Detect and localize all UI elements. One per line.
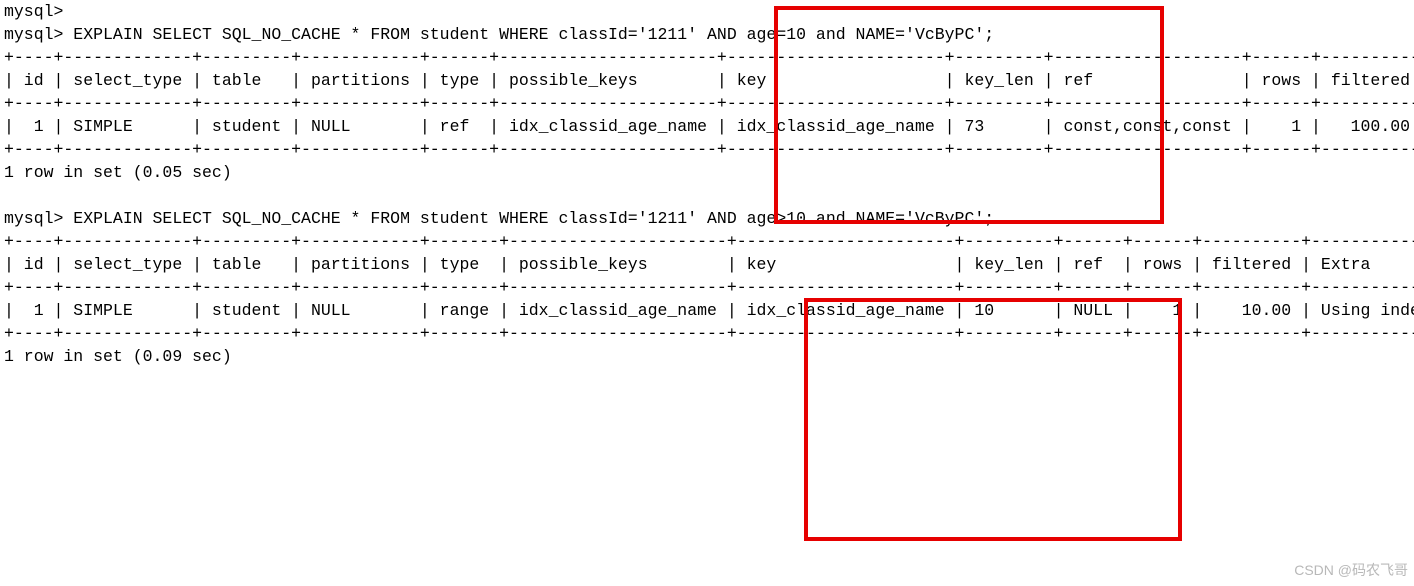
highlight-box-1 [774, 6, 1164, 224]
watermark: CSDN @码农飞哥 [1294, 559, 1408, 582]
highlight-box-2 [804, 298, 1182, 541]
terminal-output: mysql> mysql> EXPLAIN SELECT SQL_NO_CACH… [0, 0, 1414, 368]
